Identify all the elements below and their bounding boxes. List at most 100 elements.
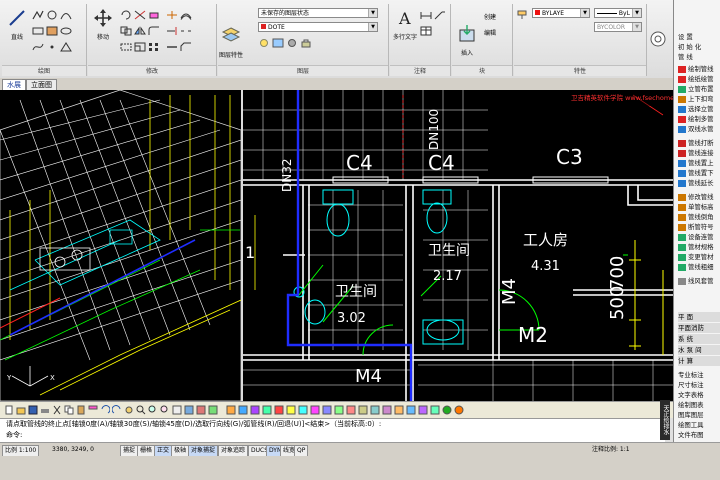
menu-draw-chart[interactable]: 绘制图表 bbox=[678, 400, 720, 410]
scale-icon[interactable] bbox=[134, 42, 146, 52]
insert-button[interactable]: 插入 bbox=[454, 24, 480, 57]
tool-f-icon[interactable] bbox=[286, 405, 296, 415]
menu-professional-annotation[interactable]: 专业标注 bbox=[678, 370, 720, 380]
tool-palette-icon[interactable] bbox=[196, 405, 206, 415]
drawing-viewport[interactable]: Y X C4 C4 C3 DN100 DN32 卫生间 3.02 卫生间 2.1… bbox=[0, 90, 673, 401]
tool-r-icon[interactable] bbox=[430, 405, 440, 415]
menu-pipe-down[interactable]: 管线置下 bbox=[678, 168, 720, 178]
help-icon[interactable] bbox=[649, 30, 667, 48]
plan-view[interactable]: C4 C4 C3 DN100 DN32 卫生间 3.02 卫生间 2.17 工人… bbox=[243, 90, 673, 401]
multiline-text-button[interactable]: A 多行文字 bbox=[392, 8, 418, 41]
tool-o-icon[interactable] bbox=[394, 405, 404, 415]
menu-settings[interactable]: 设 置 bbox=[678, 32, 720, 42]
cut-icon[interactable] bbox=[52, 405, 62, 415]
color-dropdown[interactable]: BYLAYE ▼ bbox=[532, 8, 590, 18]
menu-double-pipe[interactable]: 双线水管 bbox=[678, 124, 720, 134]
isometric-view[interactable]: Y X bbox=[0, 90, 241, 401]
menu-pipe-connect[interactable]: 管线连接 bbox=[678, 148, 720, 158]
menu-text-table[interactable]: 文字表格 bbox=[678, 390, 720, 400]
layer-lock-icon[interactable] bbox=[300, 38, 312, 48]
menu-updown-bend[interactable]: 上下扣弯 bbox=[678, 94, 720, 104]
menu-riser[interactable]: 立管布置 bbox=[678, 84, 720, 94]
line-button[interactable]: 直线 bbox=[4, 8, 30, 41]
menu-sleeve[interactable]: 线风套管 bbox=[678, 276, 720, 286]
trim-icon[interactable] bbox=[134, 10, 146, 20]
tool-h-icon[interactable] bbox=[310, 405, 320, 415]
tool-p-icon[interactable] bbox=[406, 405, 416, 415]
tool-i-icon[interactable] bbox=[322, 405, 332, 415]
layer-state-dropdown[interactable]: 未保存的图层状态 ▼ bbox=[258, 8, 378, 18]
chamfer-icon[interactable] bbox=[180, 42, 192, 52]
menu-select-riser[interactable]: 选择立管 bbox=[678, 104, 720, 114]
menu-draw-tools[interactable]: 绘图工具 bbox=[678, 420, 720, 430]
arc-icon[interactable] bbox=[60, 10, 72, 20]
plotstyle-dropdown[interactable]: BYCOLOR ▼ bbox=[594, 22, 642, 32]
tool-m-icon[interactable] bbox=[370, 405, 380, 415]
command-line[interactable]: 请点取管线的终止点[轴锁0度(A)/轴锁30度(S)/轴锁45度(D)/选取行向… bbox=[0, 418, 673, 442]
design-center-icon[interactable] bbox=[184, 405, 194, 415]
tab-plumbing[interactable]: 水展 bbox=[2, 79, 26, 90]
layer-properties-button[interactable]: 图层特性 bbox=[218, 26, 244, 59]
polyline-icon[interactable] bbox=[32, 10, 44, 20]
undo-icon[interactable] bbox=[100, 405, 110, 415]
layer-isolate-icon[interactable] bbox=[272, 38, 284, 48]
explode-icon[interactable] bbox=[166, 10, 178, 20]
circle-icon[interactable] bbox=[46, 10, 58, 20]
pan-icon[interactable] bbox=[124, 405, 134, 415]
zoom-previous-icon[interactable] bbox=[160, 405, 170, 415]
zoom-realtime-icon[interactable] bbox=[136, 405, 146, 415]
current-layer-dropdown[interactable]: DOTE ▼ bbox=[258, 22, 378, 32]
table-icon[interactable] bbox=[420, 26, 432, 36]
edit-block-button[interactable]: 编辑 bbox=[484, 28, 496, 37]
move-button[interactable]: 移动 bbox=[90, 8, 116, 41]
fillet-icon[interactable] bbox=[148, 26, 160, 36]
menu-pipe-fillet[interactable]: 管线倒角 bbox=[678, 212, 720, 222]
menu-initialize[interactable]: 初 始 化 bbox=[678, 42, 720, 52]
section-plan-fire[interactable]: 平面消防 bbox=[678, 323, 720, 333]
tool-s-icon[interactable] bbox=[442, 405, 452, 415]
menu-pipe-break[interactable]: 管线打断 bbox=[678, 138, 720, 148]
tool-d-icon[interactable] bbox=[262, 405, 272, 415]
section-system[interactable]: 系 统 bbox=[678, 334, 720, 344]
command-input[interactable]: 命令: bbox=[6, 430, 673, 441]
array-icon[interactable] bbox=[148, 42, 160, 52]
menu-pipe-up[interactable]: 管线置上 bbox=[678, 158, 720, 168]
menu-pipes[interactable]: 管 线 bbox=[678, 52, 720, 62]
point-icon[interactable] bbox=[46, 42, 58, 52]
zoom-window-icon[interactable] bbox=[148, 405, 158, 415]
tool-q-icon[interactable] bbox=[418, 405, 428, 415]
menu-modify-pipe[interactable]: 修改管线 bbox=[678, 192, 720, 202]
hatch-icon[interactable] bbox=[46, 26, 58, 36]
linetype-dropdown[interactable]: ByL ▼ bbox=[594, 8, 642, 18]
menu-pipe-thickness[interactable]: 管线粗细 bbox=[678, 262, 720, 272]
stretch-icon[interactable] bbox=[120, 42, 132, 52]
menu-draw-pipe[interactable]: 绘制管线 bbox=[678, 64, 720, 74]
offset-icon[interactable] bbox=[180, 10, 192, 20]
menu-change-material[interactable]: 变更管材 bbox=[678, 252, 720, 262]
copy-clip-icon[interactable] bbox=[64, 405, 74, 415]
spline-icon[interactable] bbox=[32, 42, 44, 52]
open-file-icon[interactable] bbox=[16, 405, 26, 415]
match-properties-icon[interactable] bbox=[516, 10, 528, 20]
tool-t-icon[interactable] bbox=[454, 405, 464, 415]
rectangle-icon[interactable] bbox=[32, 26, 44, 36]
break-icon[interactable] bbox=[180, 26, 192, 36]
menu-file-layout[interactable]: 文件布图 bbox=[678, 430, 720, 440]
menu-draw-along[interactable]: 绘纸绘管 bbox=[678, 74, 720, 84]
tab-elevation[interactable]: 立面图 bbox=[26, 79, 57, 90]
tool-b-icon[interactable] bbox=[238, 405, 248, 415]
region-icon[interactable] bbox=[60, 42, 72, 52]
mirror-icon[interactable] bbox=[134, 26, 146, 36]
menu-dimension[interactable]: 尺寸标注 bbox=[678, 380, 720, 390]
sheet-set-icon[interactable] bbox=[208, 405, 218, 415]
print-icon[interactable] bbox=[40, 405, 50, 415]
extend-icon[interactable] bbox=[166, 26, 178, 36]
tool-g-icon[interactable] bbox=[298, 405, 308, 415]
join-icon[interactable] bbox=[166, 42, 178, 52]
ellipse-icon[interactable] bbox=[60, 26, 72, 36]
tool-l-icon[interactable] bbox=[358, 405, 368, 415]
save-icon[interactable] bbox=[28, 405, 38, 415]
section-pump-room[interactable]: 水 泵 间 bbox=[678, 345, 720, 355]
match-prop-icon[interactable] bbox=[88, 405, 98, 415]
menu-pipe-spec[interactable]: 管材规格 bbox=[678, 242, 720, 252]
